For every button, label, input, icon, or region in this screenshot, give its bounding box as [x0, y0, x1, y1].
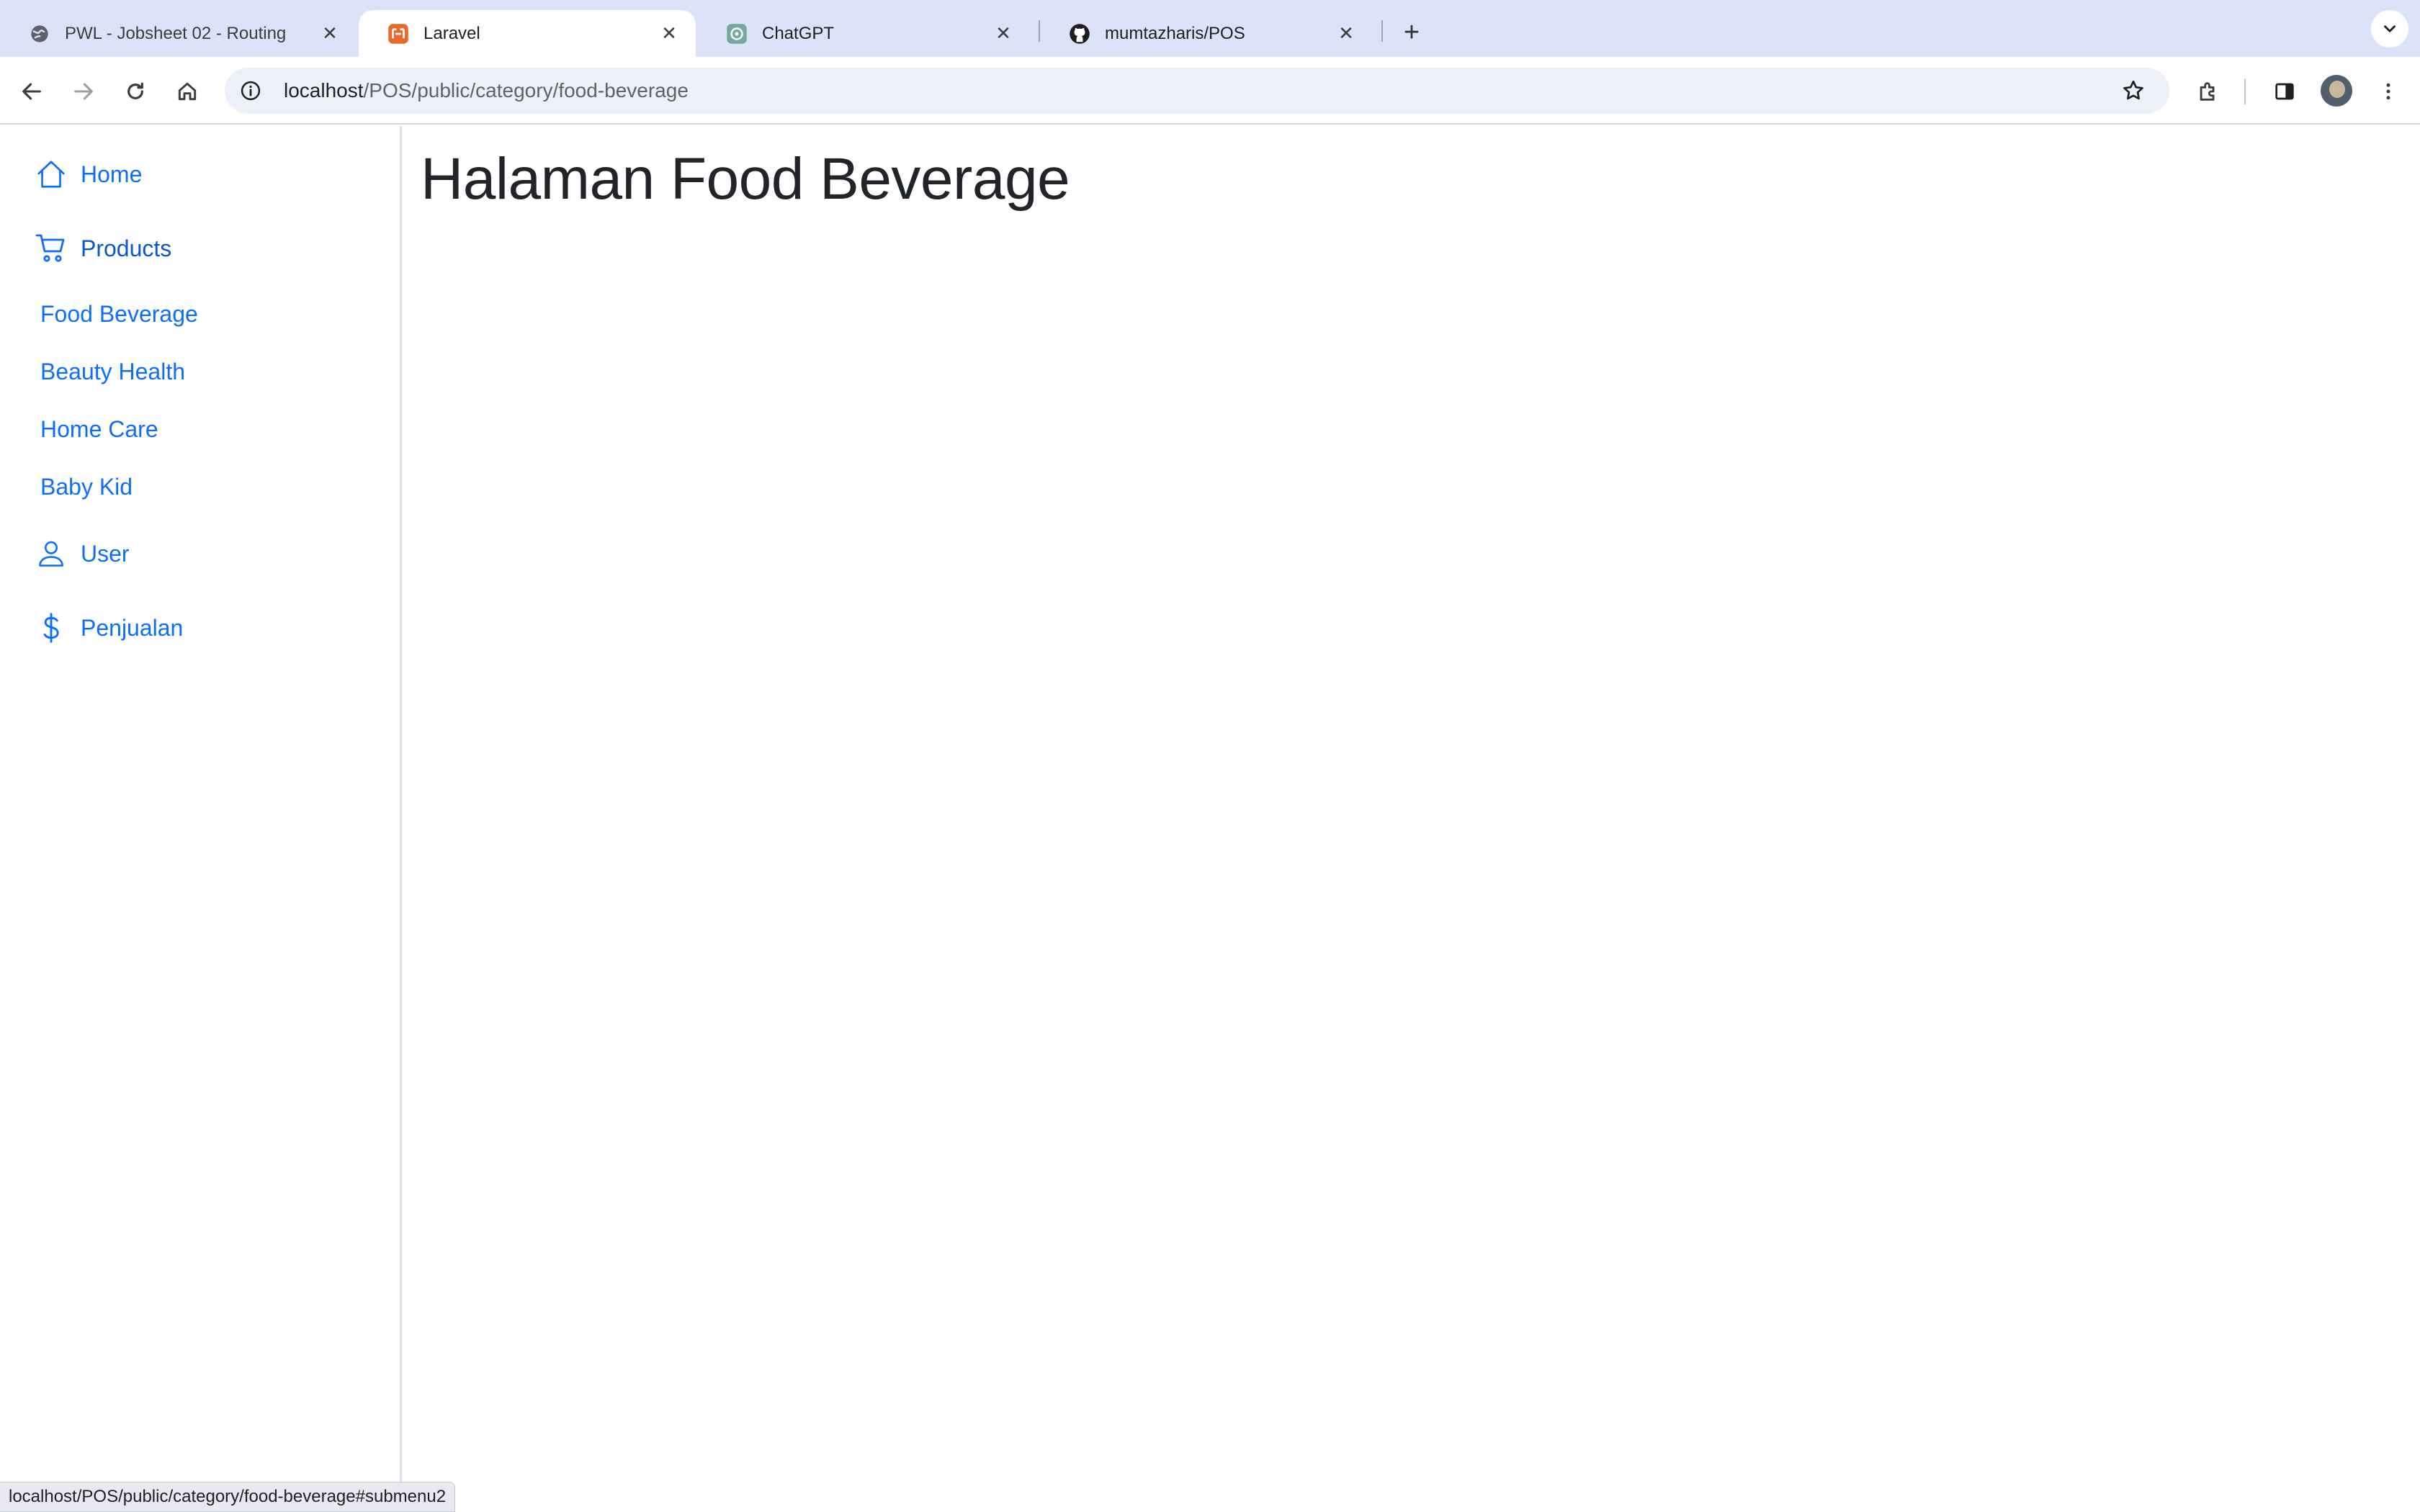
- toolbar-divider: [2244, 78, 2246, 104]
- tab-laravel[interactable]: Laravel ✕: [359, 10, 696, 57]
- side-panel-icon: [2275, 83, 2294, 100]
- extensions-button[interactable]: [2190, 73, 2227, 110]
- page-title: Halaman Food Beverage: [421, 146, 1070, 212]
- tab-chatgpt[interactable]: ChatGPT ✕: [697, 10, 1030, 57]
- reload-button[interactable]: [117, 73, 154, 110]
- profile-avatar[interactable]: [2321, 75, 2352, 107]
- globe-icon: [29, 23, 50, 45]
- chatgpt-icon: [726, 23, 748, 45]
- tab-title: ChatGPT: [762, 23, 835, 43]
- bookmark-star-icon[interactable]: [2118, 75, 2149, 107]
- kebab-menu-icon: [2386, 83, 2390, 100]
- tab-title: mumtazharis/POS: [1105, 23, 1245, 43]
- back-button[interactable]: [13, 73, 50, 110]
- reload-icon: [127, 82, 143, 99]
- cart-icon: [33, 230, 69, 266]
- browser-menu-button[interactable]: [2370, 73, 2407, 110]
- tab-search-button[interactable]: [2371, 10, 2408, 48]
- plus-icon: +: [1403, 17, 1420, 48]
- arrow-right-icon: [74, 83, 93, 100]
- dollar-icon: [33, 610, 69, 646]
- address-path: /POS/public/category/food-beverage: [363, 79, 689, 102]
- sidebar-item-label: Home: [81, 161, 143, 187]
- forward-button[interactable]: [65, 73, 102, 110]
- close-tab-icon[interactable]: ✕: [1335, 22, 1357, 45]
- side-panel-button[interactable]: [2266, 73, 2303, 110]
- laravel-icon: [387, 23, 409, 45]
- close-tab-icon[interactable]: ✕: [658, 22, 680, 45]
- tab-separator: [1381, 20, 1383, 42]
- arrow-left-icon: [22, 83, 41, 100]
- new-tab-button[interactable]: +: [1394, 14, 1430, 50]
- address-host: localhost: [284, 79, 364, 102]
- address-url: localhost/POS/public/category/food-bever…: [284, 79, 689, 102]
- sidebar-subitem-food-beverage[interactable]: Food Beverage: [40, 301, 198, 328]
- sidebar-item-user[interactable]: User: [33, 536, 130, 572]
- house-icon: [33, 156, 69, 192]
- address-bar[interactable]: localhost/POS/public/category/food-bever…: [225, 68, 2169, 114]
- chevron-down-icon: [2384, 25, 2396, 32]
- sidebar-item-label: User: [81, 540, 130, 567]
- close-tab-icon[interactable]: ✕: [319, 22, 341, 45]
- home-button[interactable]: [169, 73, 206, 110]
- sidebar-subitem-home-care[interactable]: Home Care: [40, 416, 158, 443]
- sidebar-item-home[interactable]: Home: [33, 156, 142, 192]
- tab-pwl-jobsheet[interactable]: PWL - Jobsheet 02 - Routing ✕: [0, 10, 357, 57]
- browser-toolbar: localhost/POS/public/category/food-bever…: [0, 57, 2420, 125]
- sidebar-item-label: Penjualan: [81, 614, 184, 641]
- sidebar: Home Products Food Beverage Beauty Healt…: [0, 126, 402, 1512]
- home-icon: [178, 82, 197, 101]
- browser-tab-strip: PWL - Jobsheet 02 - Routing ✕ Laravel ✕ …: [0, 0, 2420, 57]
- github-icon: [1069, 23, 1090, 45]
- sidebar-item-products[interactable]: Products: [33, 230, 171, 266]
- link-status-bar: localhost/POS/public/category/food-bever…: [0, 1482, 456, 1512]
- person-icon: [33, 536, 69, 572]
- sidebar-subitem-beauty-health[interactable]: Beauty Health: [40, 359, 185, 385]
- close-tab-icon[interactable]: ✕: [992, 22, 1014, 45]
- sidebar-subitem-baby-kid[interactable]: Baby Kid: [40, 474, 133, 500]
- puzzle-icon: [2200, 82, 2215, 101]
- tab-title: Laravel: [424, 23, 480, 43]
- sidebar-item-penjualan[interactable]: Penjualan: [33, 610, 183, 646]
- tab-github[interactable]: mumtazharis/POS ✕: [1040, 10, 1373, 57]
- sidebar-item-label: Products: [81, 235, 172, 261]
- tab-title: PWL - Jobsheet 02 - Routing: [65, 23, 287, 43]
- site-info-icon[interactable]: [236, 76, 265, 105]
